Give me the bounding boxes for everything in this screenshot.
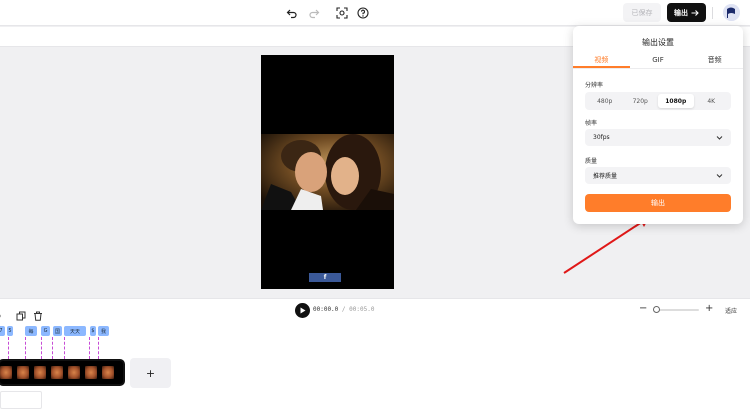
quality-select[interactable]: 推荐质量 <box>585 167 731 184</box>
add-clip-button[interactable]: + <box>130 358 171 388</box>
split-icon[interactable] <box>0 306 5 318</box>
video-track-clip[interactable] <box>0 359 125 386</box>
top-toolbar: 已保存 输出 <box>0 0 750 26</box>
clip-thumbnail <box>0 366 12 379</box>
caption-chip[interactable]: 7 <box>0 326 5 336</box>
timeline-panel: 00:00.0 / 00:05.0 − + 适应 7 5 每 G 国 天天 $ … <box>0 298 750 418</box>
caption-marker <box>64 337 65 359</box>
help-icon[interactable] <box>356 6 370 20</box>
caption-marker <box>41 337 42 359</box>
clip-thumbnail <box>68 366 80 379</box>
zoom-slider-track[interactable] <box>654 309 699 311</box>
quality-label: 质量 <box>585 158 598 165</box>
clip-thumbnail <box>34 366 46 379</box>
caption-marker <box>89 337 90 359</box>
current-time: 00:00.0 <box>313 306 339 313</box>
caption-chip[interactable]: 5 <box>7 326 13 336</box>
redo-icon[interactable] <box>307 6 321 20</box>
export-tabs: 视频 GIF 音频 <box>573 54 743 69</box>
arrow-right-icon <box>691 9 699 16</box>
video-canvas[interactable]: f <box>261 55 394 289</box>
screenshot-icon[interactable] <box>335 6 349 20</box>
playback-time: 00:00.0 / 00:05.0 <box>313 306 374 313</box>
facebook-icon: f <box>309 273 341 282</box>
chevron-down-icon <box>716 136 723 140</box>
export-button-label: 输出 <box>674 8 688 17</box>
video-frame-image <box>261 134 394 210</box>
clip-thumbnail <box>102 366 114 379</box>
resolution-label: 分辨率 <box>585 82 604 89</box>
framerate-select[interactable]: 30fps <box>585 129 731 146</box>
export-button[interactable]: 输出 <box>667 3 706 22</box>
caption-marker <box>52 337 53 359</box>
caption-chip[interactable]: G <box>41 326 50 336</box>
export-settings-panel: 输出设置 视频 GIF 音频 分辨率 480p 720p 1080p 4K 帧率… <box>573 26 743 224</box>
resolution-option-720p[interactable]: 720p <box>623 94 659 108</box>
total-time: 00:05.0 <box>349 306 375 313</box>
resolution-option-4k[interactable]: 4K <box>694 94 730 108</box>
user-avatar-icon[interactable] <box>723 4 740 21</box>
submit-export-button[interactable]: 输出 <box>585 194 731 212</box>
undo-icon[interactable] <box>285 6 299 20</box>
quality-value: 推荐质量 <box>593 173 618 180</box>
saved-button: 已保存 <box>623 3 661 22</box>
caption-chip[interactable]: 国 <box>53 326 62 336</box>
copy-icon[interactable] <box>16 306 26 321</box>
resolution-selector: 480p 720p 1080p 4K <box>585 92 731 110</box>
resolution-option-1080p[interactable]: 1080p <box>658 94 694 108</box>
caption-chip[interactable]: 每 <box>25 326 37 336</box>
clip-thumbnail <box>85 366 97 379</box>
caption-marker <box>25 337 26 359</box>
framerate-label: 帧率 <box>585 120 598 127</box>
caption-chip[interactable]: 我 <box>98 326 109 336</box>
tab-gif[interactable]: GIF <box>630 54 687 68</box>
time-separator: / <box>338 306 350 313</box>
trash-icon[interactable] <box>33 306 43 321</box>
caption-chip[interactable]: $ <box>90 326 96 336</box>
framerate-value: 30fps <box>593 134 610 141</box>
tab-video[interactable]: 视频 <box>573 54 630 68</box>
play-button[interactable] <box>295 303 310 318</box>
clip-thumbnail <box>17 366 29 379</box>
caption-marker <box>8 337 9 359</box>
zoom-slider-handle[interactable] <box>653 306 660 313</box>
clip-thumbnail <box>51 366 63 379</box>
caption-chip[interactable]: 天天 <box>64 326 86 336</box>
panel-title: 输出设置 <box>642 38 674 47</box>
caption-marker <box>98 337 99 359</box>
toolbar-divider <box>712 7 713 19</box>
zoom-fit-button[interactable]: 适应 <box>725 306 737 315</box>
play-icon <box>300 307 306 314</box>
tab-audio[interactable]: 音频 <box>686 54 743 68</box>
chevron-down-icon <box>716 174 723 178</box>
zoom-in-icon[interactable]: + <box>705 303 713 314</box>
audio-track-row[interactable] <box>0 391 42 409</box>
resolution-option-480p[interactable]: 480p <box>587 94 623 108</box>
zoom-out-icon[interactable]: − <box>639 303 647 314</box>
